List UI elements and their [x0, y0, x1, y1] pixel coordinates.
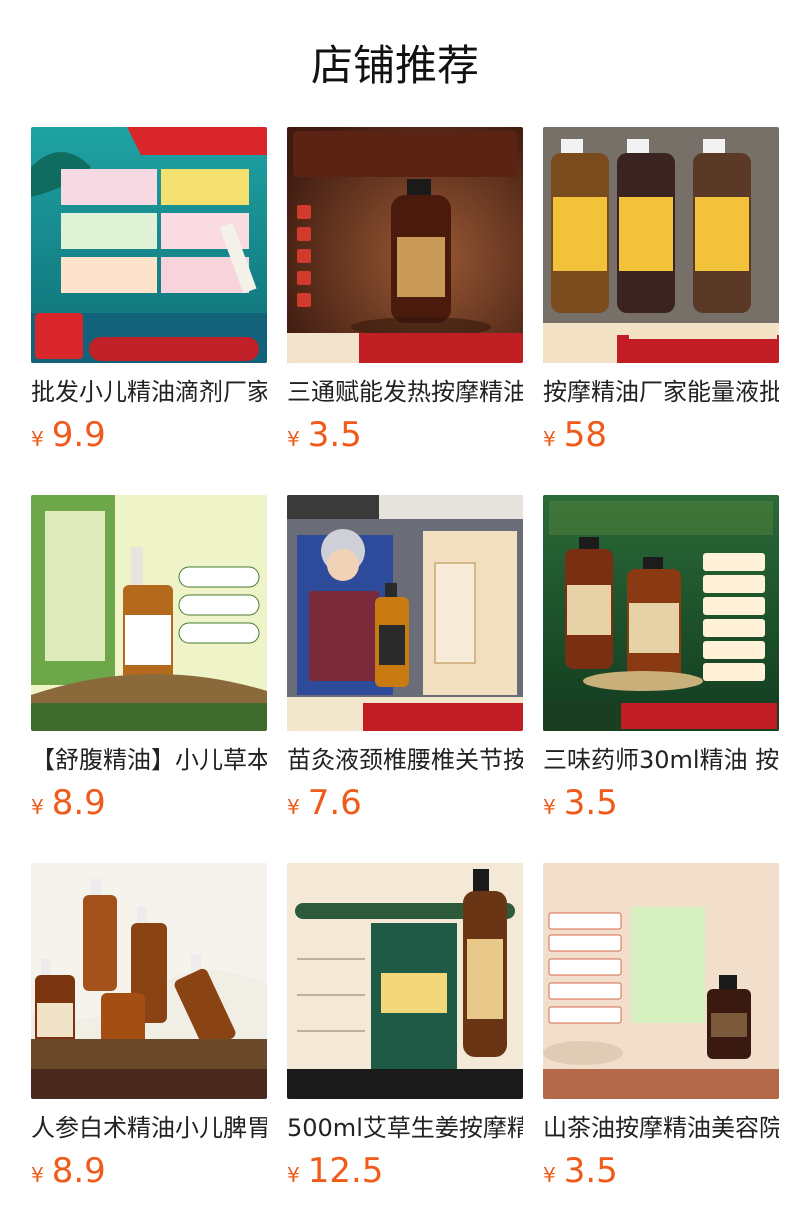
product-name[interactable]: 人参白术精油小儿脾胃 [31, 1111, 267, 1145]
price-value: 3.5 [563, 1151, 618, 1191]
store-recommendations-page: 店铺推荐 批发小儿精油滴剂厂家 ¥ 9.9 三通赋能发热按摩精油 ¥ 3.5 按… [0, 0, 790, 1232]
currency-symbol: ¥ [31, 427, 44, 451]
currency-symbol: ¥ [287, 795, 300, 819]
price-value: 9.9 [51, 415, 106, 455]
product-card[interactable]: 按摩精油厂家能量液批发 ¥58 [543, 127, 779, 495]
currency-symbol: ¥ [543, 1163, 556, 1187]
product-image[interactable] [543, 495, 779, 731]
section-title: 店铺推荐 [310, 41, 479, 90]
product-price: ¥3.5 [543, 1151, 779, 1197]
product-card[interactable]: 500ml艾草生姜按摩精油 ¥12.5 [287, 863, 523, 1231]
product-name[interactable]: 按摩精油厂家能量液批发 [543, 375, 779, 409]
product-image[interactable] [31, 863, 267, 1099]
product-image[interactable] [287, 863, 523, 1099]
product-card[interactable]: 【舒腹精油】小儿草本精油 ¥8.9 [31, 495, 267, 863]
price-value: 12.5 [307, 1151, 384, 1191]
product-image[interactable] [31, 127, 267, 363]
product-price: ¥7.6 [287, 783, 523, 829]
price-value: 7.6 [307, 783, 362, 823]
product-name[interactable]: 三通赋能发热按摩精油 [287, 375, 523, 409]
currency-symbol: ¥ [31, 795, 44, 819]
product-card[interactable]: 三通赋能发热按摩精油 ¥3.5 [287, 127, 523, 495]
product-price: ¥8.9 [31, 783, 267, 829]
product-name[interactable]: 山茶油按摩精油美容院专用 [543, 1111, 779, 1145]
product-card[interactable]: 批发小儿精油滴剂厂家直销 ¥9.9 [31, 127, 267, 495]
product-grid: 批发小儿精油滴剂厂家直销 ¥9.9 [31, 127, 781, 1231]
product-price: ¥58 [543, 415, 779, 461]
product-image[interactable] [543, 863, 779, 1099]
price-value: 3.5 [307, 415, 362, 455]
currency-symbol: ¥ [287, 427, 300, 451]
product-price: ¥3.5 [543, 783, 779, 829]
currency-symbol: ¥ [31, 1163, 44, 1187]
price-value: 8.9 [51, 783, 106, 823]
price-value: 58 [563, 415, 607, 455]
product-card[interactable]: 山茶油按摩精油美容院专用 ¥3.5 [543, 863, 779, 1231]
product-card[interactable]: 苗灸液颈椎腰椎关节按摩精油 ¥7.6 [287, 495, 523, 863]
product-image[interactable] [287, 495, 523, 731]
product-price: ¥3.5 [287, 415, 523, 461]
product-image[interactable] [31, 495, 267, 731]
currency-symbol: ¥ [287, 1163, 300, 1187]
price-value: 3.5 [563, 783, 618, 823]
product-image[interactable] [543, 127, 779, 363]
price-value: 8.9 [51, 1151, 106, 1191]
currency-symbol: ¥ [543, 427, 556, 451]
product-price: ¥12.5 [287, 1151, 523, 1197]
product-price: ¥9.9 [31, 415, 267, 461]
product-name[interactable]: 苗灸液颈椎腰椎关节按摩精油 [287, 743, 523, 777]
product-card[interactable]: 三味药师30ml精油 按摩刮痧 ¥3.5 [543, 495, 779, 863]
product-card[interactable]: 人参白术精油小儿脾胃 ¥8.9 [31, 863, 267, 1231]
product-image[interactable] [287, 127, 523, 363]
product-name[interactable]: 批发小儿精油滴剂厂家直销 [31, 375, 267, 409]
currency-symbol: ¥ [543, 795, 556, 819]
product-price: ¥8.9 [31, 1151, 267, 1197]
product-name[interactable]: 500ml艾草生姜按摩精油 [287, 1111, 523, 1145]
product-name[interactable]: 三味药师30ml精油 按摩刮痧 [543, 743, 779, 777]
product-name[interactable]: 【舒腹精油】小儿草本精油 [31, 743, 267, 777]
